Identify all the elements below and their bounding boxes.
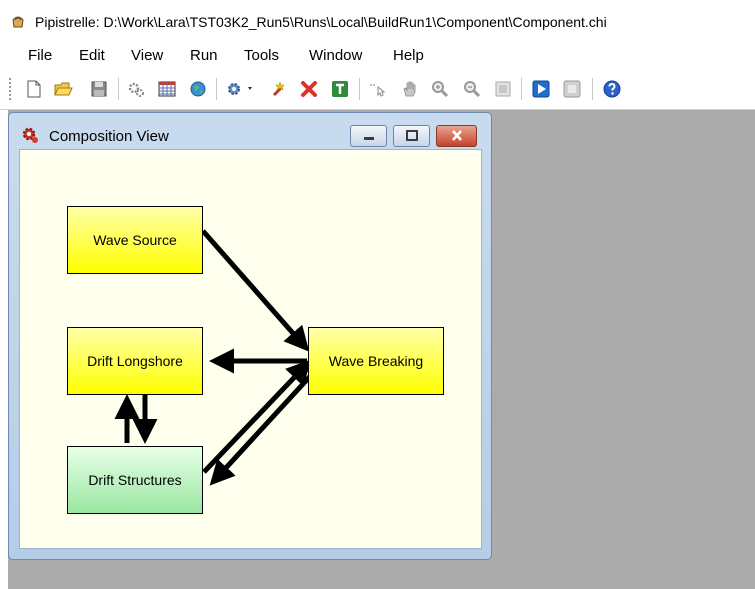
toolbar-separator — [118, 78, 119, 100]
node-label: Wave Source — [93, 232, 177, 248]
node-label: Wave Breaking — [328, 353, 424, 369]
arrow-wave-breaking-to-drift-structures — [209, 370, 316, 486]
arrow-drift-structures-to-wave-breaking — [202, 359, 312, 474]
menu-window[interactable]: Window — [309, 47, 362, 64]
pointer-icon[interactable] — [368, 79, 388, 99]
toolbar-separator — [521, 78, 522, 100]
zoom-in-icon[interactable] — [430, 79, 450, 99]
help-icon[interactable] — [602, 79, 622, 99]
stop-icon[interactable] — [562, 79, 582, 99]
table-icon[interactable] — [157, 79, 177, 99]
gears-icon[interactable] — [126, 79, 146, 99]
restore-button[interactable] — [393, 125, 430, 147]
toolbar-grip[interactable] — [9, 78, 12, 100]
settings-dropdown-icon[interactable] — [224, 79, 254, 99]
close-button[interactable] — [436, 125, 477, 147]
menu-tools[interactable]: Tools — [244, 47, 279, 64]
node-drift-longshore[interactable]: Drift Longshore — [67, 327, 203, 395]
fit-icon[interactable] — [493, 79, 513, 99]
toolbar-separator — [359, 78, 360, 100]
toolbar — [0, 70, 755, 110]
globe-icon[interactable] — [188, 79, 208, 99]
node-label: Drift Structures — [88, 472, 182, 488]
child-window-title: Composition View — [49, 128, 169, 145]
menu-file[interactable]: File — [28, 47, 52, 64]
menu-view[interactable]: View — [131, 47, 163, 64]
composition-canvas[interactable]: Wave Source Drift Longshore Drift Struct… — [19, 149, 482, 549]
text-icon[interactable] — [330, 79, 350, 99]
zoom-out-icon[interactable] — [462, 79, 482, 99]
open-folder-icon[interactable] — [53, 79, 73, 99]
arrow-wave-source-to-wave-breaking — [201, 229, 310, 352]
toolbar-separator — [592, 78, 593, 100]
save-icon[interactable] — [89, 79, 109, 99]
node-drift-structures[interactable]: Drift Structures — [67, 446, 203, 514]
workspace-edge — [0, 110, 8, 589]
gear-icon — [21, 126, 39, 144]
menu-help[interactable]: Help — [393, 47, 424, 64]
hand-icon[interactable] — [400, 79, 420, 99]
play-icon[interactable] — [531, 79, 551, 99]
add-link-icon[interactable] — [270, 79, 290, 99]
node-wave-breaking[interactable]: Wave Breaking — [308, 327, 444, 395]
composition-view-window[interactable]: Composition View Wave Source Drift Longs… — [8, 112, 492, 560]
menu-run[interactable]: Run — [190, 47, 218, 64]
node-label: Drift Longshore — [87, 353, 183, 369]
window-title: Pipistrelle: D:\Work\Lara\TST03K2_Run5\R… — [35, 14, 607, 30]
delete-icon[interactable] — [299, 79, 319, 99]
pipistrelle-app-icon — [10, 13, 26, 29]
menu-bar: File Edit View Run Tools Window Help — [0, 41, 755, 70]
app-title-bar: Pipistrelle: D:\Work\Lara\TST03K2_Run5\R… — [0, 0, 755, 41]
menu-edit[interactable]: Edit — [79, 47, 105, 64]
new-file-icon[interactable] — [24, 79, 44, 99]
node-wave-source[interactable]: Wave Source — [67, 206, 203, 274]
toolbar-separator — [216, 78, 217, 100]
minimize-button[interactable] — [350, 125, 387, 147]
